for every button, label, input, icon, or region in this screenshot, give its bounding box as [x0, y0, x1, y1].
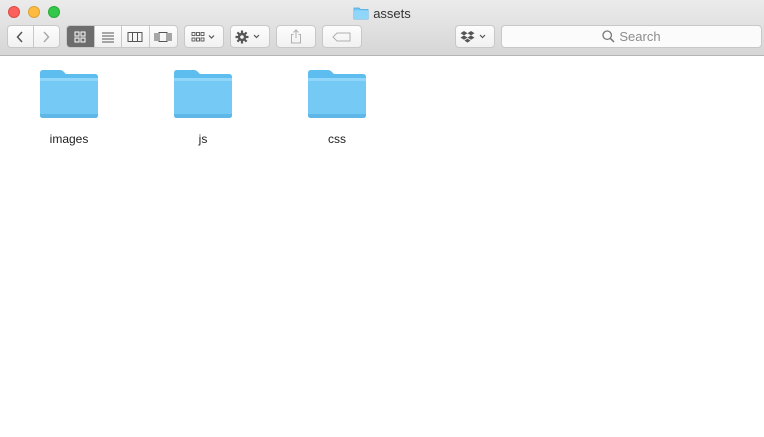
search-icon	[602, 30, 615, 43]
view-mode-segment	[66, 25, 178, 48]
column-view-button[interactable]	[122, 26, 150, 47]
folder-item-js[interactable]: js	[158, 68, 248, 158]
folder-icon	[308, 70, 366, 118]
finder-window: assets Search images js css	[0, 0, 764, 437]
dropbox-button[interactable]	[455, 25, 495, 48]
gear-icon	[235, 30, 260, 43]
file-browser-content[interactable]: images js css	[0, 56, 764, 437]
search-field[interactable]: Search	[501, 25, 762, 48]
window-title: assets	[373, 5, 411, 21]
nav-buttons	[7, 25, 60, 48]
arrange-button[interactable]	[184, 25, 224, 48]
share-button[interactable]	[276, 25, 316, 48]
chevron-right-icon	[43, 30, 50, 43]
folder-label: images	[49, 132, 89, 146]
dropbox-icon	[460, 30, 486, 43]
folder-icon	[40, 70, 98, 118]
chevron-left-icon	[16, 30, 23, 43]
grid-icon	[74, 31, 86, 42]
tags-button[interactable]	[322, 25, 362, 48]
action-menu-button[interactable]	[230, 25, 270, 48]
folder-label: js	[198, 132, 208, 146]
folder-item-css[interactable]: css	[292, 68, 382, 158]
folder-item-images[interactable]: images	[24, 68, 114, 158]
icon-view-button[interactable]	[67, 26, 95, 47]
titlebar: assets Search	[0, 0, 764, 56]
list-view-button[interactable]	[95, 26, 122, 47]
list-icon	[101, 32, 114, 42]
window-title-bar: assets	[0, 4, 764, 22]
folder-icon	[174, 70, 232, 118]
forward-button[interactable]	[34, 26, 59, 47]
arrange-grid-icon	[191, 31, 215, 41]
columns-icon	[127, 31, 143, 42]
share-icon	[291, 29, 301, 44]
back-button[interactable]	[8, 26, 34, 47]
folder-icon	[353, 7, 369, 20]
coverflow-icon	[154, 31, 172, 42]
search-placeholder: Search	[619, 29, 661, 44]
cover-flow-view-button[interactable]	[150, 26, 177, 47]
tag-icon	[332, 32, 351, 41]
folder-label: css	[328, 132, 346, 146]
